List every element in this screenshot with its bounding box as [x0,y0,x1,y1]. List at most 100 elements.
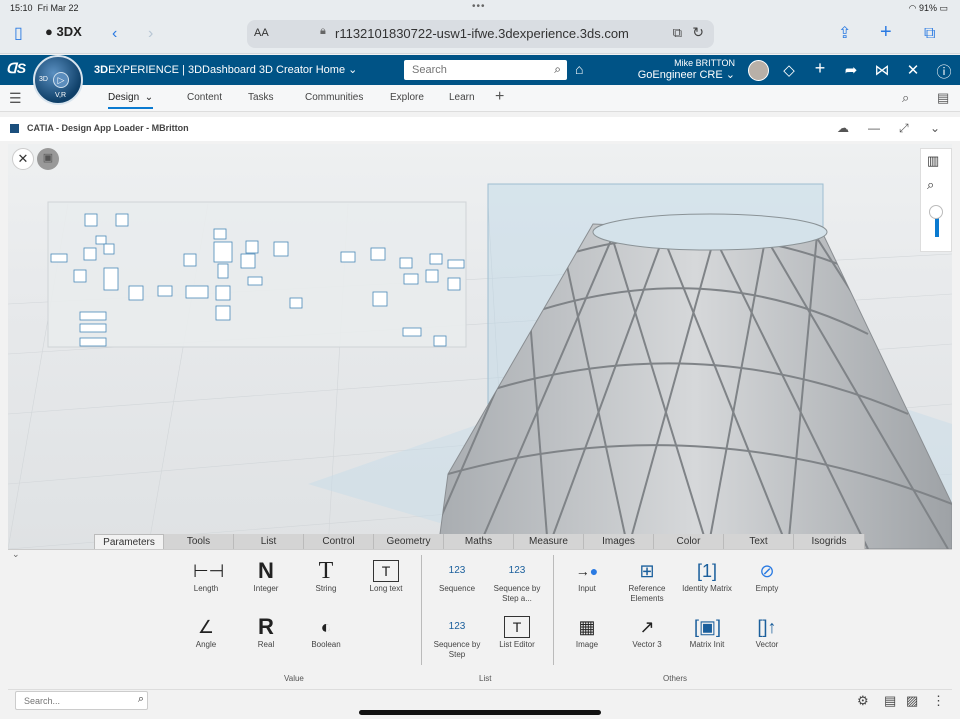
tab-control[interactable]: Control [304,534,374,549]
help-icon[interactable]: ⓘ [934,61,954,82]
url-text[interactable]: r1132101830722-usw1-ifwe.3dexperience.3d… [335,26,629,41]
multitask-dots-icon[interactable]: ••• [472,1,486,12]
command-search[interactable]: ⌕ [15,691,148,710]
play-icon[interactable]: ▷ [53,72,69,88]
list-editor-icon: T [504,616,530,638]
integer-icon: N [258,558,274,583]
catia-logo-icon [10,124,19,133]
tab-learn[interactable]: Learn [449,92,475,103]
matrix-init-command[interactable]: [▣] Matrix Init [677,616,737,650]
tab-geometry[interactable]: Geometry [374,534,444,549]
tab-group[interactable]: ● 3DX [45,24,82,39]
share-arrow-icon[interactable]: ➦ [841,61,861,79]
sequence-by-step-command[interactable]: 123 Sequence by Step [427,616,487,660]
tab-images[interactable]: Images [584,534,654,549]
cloud-icon[interactable]: ☁ [837,121,849,135]
network-icon[interactable]: ⋈ [872,61,892,79]
string-command[interactable]: T String [296,559,356,594]
angle-command[interactable]: ∠ Angle [176,616,236,650]
chevron-down-icon[interactable]: ⌄ [930,121,940,135]
reference-elements-command[interactable]: ⊞ Reference Elements [617,560,677,604]
tab-parameters[interactable]: Parameters [94,534,164,549]
extension-icon[interactable]: ⧉ [673,25,682,41]
integer-command[interactable]: N Integer [236,560,296,594]
empty-command[interactable]: ⊘ Empty [737,560,797,594]
sequence-step-a-command[interactable]: 123 Sequence by Step a... [487,560,547,604]
fullscreen-icon[interactable]: ⤢ [899,121,909,136]
search-input[interactable] [410,62,540,78]
chat-icon[interactable]: ▤ [937,90,949,106]
tab-color[interactable]: Color [654,534,724,549]
back-icon[interactable]: ‹ [112,24,117,44]
tab-isogrids[interactable]: Isogrids [794,534,865,549]
message-icon[interactable]: ◇ [779,61,799,79]
share-icon[interactable]: ⇪ [838,24,851,44]
tab-maths[interactable]: Maths [444,534,514,549]
safari-toolbar: ▯ ● 3DX ‹ › AA 🔒︎ r1132101830722-usw1-if… [0,16,960,54]
compass-icon[interactable]: 3D ▷ V,R [33,55,83,105]
search-icon[interactable]: ⌕ [138,693,144,706]
tab-design[interactable]: Design ⌄ [108,92,154,109]
settings-icon[interactable]: ⚙ [857,693,869,709]
platform-search[interactable]: ⌕ [404,60,567,80]
tools-icon[interactable]: ✕ [903,61,923,79]
avatar[interactable] [748,60,769,81]
battery-icon: ▭ [939,3,948,13]
sidebar-icon[interactable]: ▯ [14,24,23,44]
tab-tools[interactable]: Tools [164,534,234,549]
more-options-icon[interactable]: ⋮ [932,693,945,709]
activity-icon[interactable]: ⌕ [902,90,909,106]
group-label-others: Others [663,674,688,683]
address-bar[interactable]: AA 🔒︎ r1132101830722-usw1-ifwe.3dexperie… [247,20,714,48]
tab-communities[interactable]: Communities [305,92,363,103]
dashboard-title[interactable]: 3DEXPERIENCE | 3DDashboard 3D Creator Ho… [94,63,357,76]
vector-command[interactable]: []↑ Vector [737,616,797,650]
tabs-overview-icon[interactable]: ⧉ [924,24,935,44]
tab-measure[interactable]: Measure [514,534,584,549]
map-icon[interactable]: ▥ [927,153,939,169]
panel-toggle-button[interactable]: ▣ [37,148,59,170]
collapse-chevron-icon[interactable]: ⌄ [12,549,20,560]
tab-tasks[interactable]: Tasks [248,92,274,103]
vector3-command[interactable]: ↗ Vector 3 [617,616,677,650]
long-text-icon: T [373,560,399,582]
reload-icon[interactable]: ↻ [692,24,704,41]
forward-icon[interactable]: › [148,24,153,44]
real-command[interactable]: R Real [236,616,296,650]
image-gallery-icon[interactable]: ▨ [906,693,918,709]
tag-icon[interactable]: ⌂ [575,61,583,77]
new-tab-icon[interactable]: + [880,22,892,42]
reader-aa-button[interactable]: AA [254,27,269,39]
boolean-command[interactable]: ◐ Boolean [296,616,356,650]
zoom-slider-knob[interactable] [929,205,943,219]
scene-canvas[interactable] [8,144,952,549]
document-icon[interactable]: ▤ [884,693,896,709]
tab-text[interactable]: Text [724,534,794,549]
add-tab-icon[interactable]: + [495,88,504,106]
user-org: GoEngineer CRE ⌄ [637,69,735,81]
3d-viewport[interactable]: ✕ ▣ [8,144,952,549]
minimize-icon[interactable]: — [868,121,880,135]
real-icon: R [258,614,274,639]
zoom-icon[interactable]: ⌕ [927,177,934,193]
command-search-input[interactable] [22,694,122,708]
ds-logo-icon[interactable]: ᗡS [6,60,26,77]
search-icon[interactable]: ⌕ [554,62,561,77]
add-icon[interactable]: + [810,58,830,79]
image-command[interactable]: ▦ Image [557,616,617,650]
length-command[interactable]: ⊢⊣ Length [176,560,236,594]
menu-icon[interactable]: ☰ [9,90,22,107]
app-title: CATIA - Design App Loader - MBritton [27,123,189,133]
tab-content[interactable]: Content [187,92,222,103]
user-identity[interactable]: Mike BRITTON GoEngineer CRE ⌄ [620,57,735,81]
input-command[interactable]: →● Input [557,560,617,594]
sequence-command[interactable]: 123 Sequence [427,560,487,594]
close-button[interactable]: ✕ [12,148,34,170]
vector-icon: []↑ [757,617,777,637]
identity-matrix-command[interactable]: [1] Identity Matrix [677,560,737,594]
list-editor-command[interactable]: T List Editor [487,616,547,650]
group-separator [421,555,422,665]
tab-list[interactable]: List [234,534,304,549]
tab-explore[interactable]: Explore [390,92,424,103]
long-text-command[interactable]: T Long text [356,560,416,594]
